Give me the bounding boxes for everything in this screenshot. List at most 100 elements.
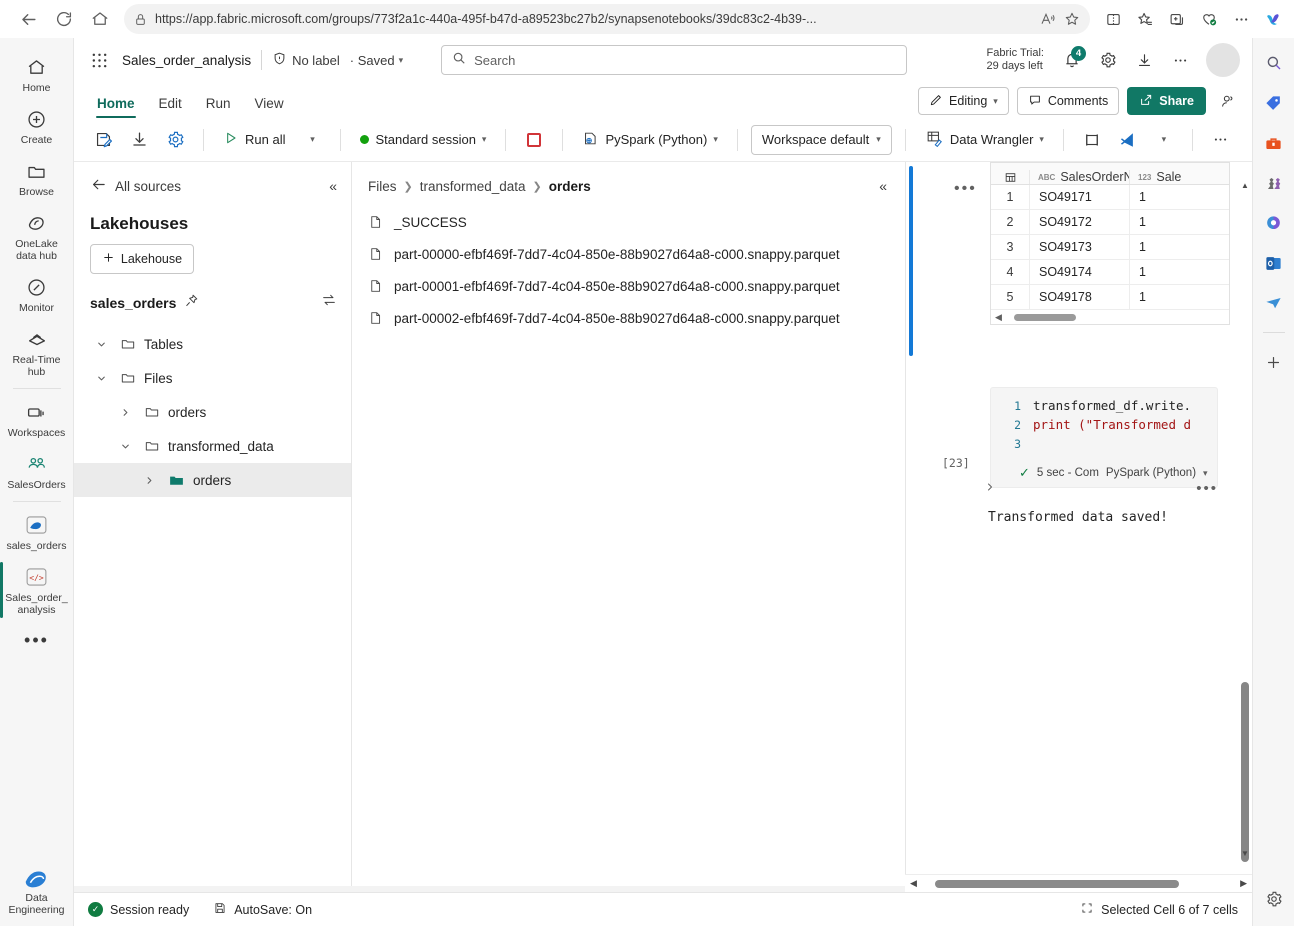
tree-node-files[interactable]: Files: [74, 361, 351, 395]
comments-button[interactable]: Comments: [1016, 87, 1120, 115]
more-icon[interactable]: [1226, 4, 1256, 34]
data-wrangler-button[interactable]: Data Wrangler ▾: [919, 125, 1050, 155]
list-item[interactable]: part-00001-efbf469f-7dd7-4c04-850e-88b90…: [368, 270, 887, 302]
column-header-sale[interactable]: 123 Sale: [1129, 170, 1229, 184]
add-lakehouse-button[interactable]: Lakehouse: [90, 244, 194, 274]
sidebar-item-home[interactable]: Home: [3, 48, 71, 100]
list-item[interactable]: part-00002-efbf469f-7dd7-4c04-850e-88b90…: [368, 302, 887, 334]
scrollbar-track[interactable]: [921, 879, 1236, 888]
tools-icon[interactable]: [1259, 128, 1289, 158]
chevron-right-icon[interactable]: [984, 481, 996, 496]
tab-edit[interactable]: Edit: [148, 91, 193, 118]
split-screen-icon[interactable]: [1098, 4, 1128, 34]
send-icon[interactable]: [1259, 288, 1289, 318]
tree-node-orders[interactable]: orders: [74, 395, 351, 429]
sidebar-item-sales-order-analysis[interactable]: </> Sales_order_ analysis: [0, 558, 71, 622]
run-all-chevron[interactable]: ▾: [297, 125, 327, 155]
toolbar-more-icon[interactable]: [1206, 125, 1236, 155]
chevron-down-icon[interactable]: [90, 373, 112, 384]
sidebar-item-workspaces[interactable]: Workspaces: [3, 393, 71, 445]
editing-mode-button[interactable]: Editing ▾: [918, 87, 1009, 115]
people-add-icon[interactable]: [1214, 88, 1240, 114]
tab-home[interactable]: Home: [86, 91, 146, 118]
saved-status[interactable]: · Saved ▾: [350, 53, 403, 68]
cell-selection-status[interactable]: Selected Cell 6 of 7 cells: [1080, 901, 1238, 918]
shopping-tag-icon[interactable]: [1259, 88, 1289, 118]
breadcrumb-item-transformed-data[interactable]: transformed_data: [420, 179, 526, 194]
settings-button[interactable]: [1092, 44, 1124, 76]
scroll-right-icon[interactable]: ▶: [1240, 878, 1247, 889]
pin-icon[interactable]: [184, 293, 199, 313]
list-item[interactable]: part-00000-efbf469f-7dd7-4c04-850e-88b90…: [368, 238, 887, 270]
scrollbar-thumb[interactable]: [1241, 682, 1249, 862]
environment-selector[interactable]: Workspace default ▾: [750, 124, 892, 155]
table-row[interactable]: 2 SO49172 1: [991, 210, 1229, 235]
vscode-chevron[interactable]: ▾: [1149, 125, 1179, 155]
language-selector[interactable]: PySpark (Python) ▾: [576, 126, 723, 154]
breadcrumb-item-orders[interactable]: orders: [549, 179, 591, 194]
chevron-down-icon[interactable]: ▾: [1203, 468, 1208, 479]
cell-more-icon[interactable]: •••: [954, 180, 977, 198]
page-title[interactable]: Sales_order_analysis: [122, 53, 251, 68]
scroll-left-icon[interactable]: ◀: [995, 312, 1002, 323]
sidebar-item-browse[interactable]: Browse: [3, 152, 71, 204]
home-icon[interactable]: [82, 3, 118, 35]
scroll-up-icon[interactable]: ▲: [1238, 178, 1252, 192]
chevron-down-icon[interactable]: [114, 441, 136, 452]
browser-health-icon[interactable]: [1194, 4, 1224, 34]
search-input[interactable]: Search: [441, 45, 908, 75]
all-sources-button[interactable]: All sources: [90, 176, 181, 196]
chevron-right-icon[interactable]: [138, 475, 160, 486]
scroll-left-icon[interactable]: ◀: [910, 878, 917, 889]
cell-language[interactable]: PySpark (Python): [1106, 467, 1196, 479]
output-more-icon[interactable]: •••: [1196, 480, 1218, 497]
read-aloud-icon[interactable]: [1040, 11, 1056, 27]
sidebar-item-real-time-hub[interactable]: Real-Time hub: [3, 320, 71, 384]
run-all-button[interactable]: Run all: [217, 126, 291, 153]
session-status[interactable]: ✓ Session ready: [88, 902, 189, 917]
share-button[interactable]: Share: [1127, 87, 1206, 115]
sidebar-item-sales-orders-lakehouse[interactable]: sales_orders: [3, 506, 71, 558]
star-icon[interactable]: [1064, 11, 1080, 27]
breadcrumb-item-files[interactable]: Files: [368, 179, 397, 194]
table-row[interactable]: 3 SO49173 1: [991, 235, 1229, 260]
search-icon[interactable]: [1259, 48, 1289, 78]
tree-node-tables[interactable]: Tables: [74, 327, 351, 361]
sidebar-item-monitor[interactable]: Monitor: [3, 268, 71, 320]
collections-icon[interactable]: [1130, 4, 1160, 34]
plus-icon[interactable]: [1259, 347, 1289, 377]
table-row[interactable]: 1 SO49171 1: [991, 185, 1229, 210]
chevron-right-icon[interactable]: [114, 407, 136, 418]
address-bar[interactable]: https://app.fabric.microsoft.com/groups/…: [124, 4, 1090, 34]
tree-node-transformed-data[interactable]: transformed_data: [74, 429, 351, 463]
sidebar-item-create[interactable]: Create: [3, 100, 71, 152]
microsoft-365-icon[interactable]: [1259, 208, 1289, 238]
list-item[interactable]: _SUCCESS: [368, 206, 887, 238]
sensitivity-label-button[interactable]: No label: [272, 51, 340, 69]
browser-essentials-icon[interactable]: [1162, 4, 1192, 34]
scrollbar-thumb[interactable]: [1013, 313, 1076, 321]
notebook-horizontal-scrollbar[interactable]: ◀ ▶: [905, 874, 1252, 892]
column-header-salesordernumber[interactable]: ABC SalesOrderNumber: [1029, 170, 1129, 184]
layout-icon[interactable]: [1077, 125, 1107, 155]
download-icon[interactable]: [124, 125, 154, 155]
sidebar-workload-switcher[interactable]: Data Engineering: [8, 866, 65, 916]
refresh-icon[interactable]: [46, 3, 82, 35]
app-launcher-icon[interactable]: [86, 47, 112, 73]
chevron-down-icon[interactable]: [90, 339, 112, 350]
table-row[interactable]: 4 SO49174 1: [991, 260, 1229, 285]
scroll-down-icon[interactable]: ▼: [1238, 846, 1252, 860]
sidebar-item-onelake-data-hub[interactable]: OneLake data hub: [3, 204, 71, 268]
games-icon[interactable]: [1259, 168, 1289, 198]
stop-icon[interactable]: [519, 125, 549, 155]
notebook-vertical-scrollbar[interactable]: ▲ ▼: [1238, 162, 1252, 872]
save-edit-icon[interactable]: [88, 125, 118, 155]
tree-node-transformed-orders[interactable]: orders: [74, 463, 351, 497]
notifications-button[interactable]: 4: [1056, 44, 1088, 76]
tab-view[interactable]: View: [244, 91, 295, 118]
avatar[interactable]: [1206, 43, 1240, 77]
grid-horizontal-scrollbar[interactable]: ◀: [991, 310, 1229, 324]
swap-icon[interactable]: [321, 292, 337, 313]
table-row[interactable]: 5 SO49178 1: [991, 285, 1229, 310]
download-button[interactable]: [1128, 44, 1160, 76]
